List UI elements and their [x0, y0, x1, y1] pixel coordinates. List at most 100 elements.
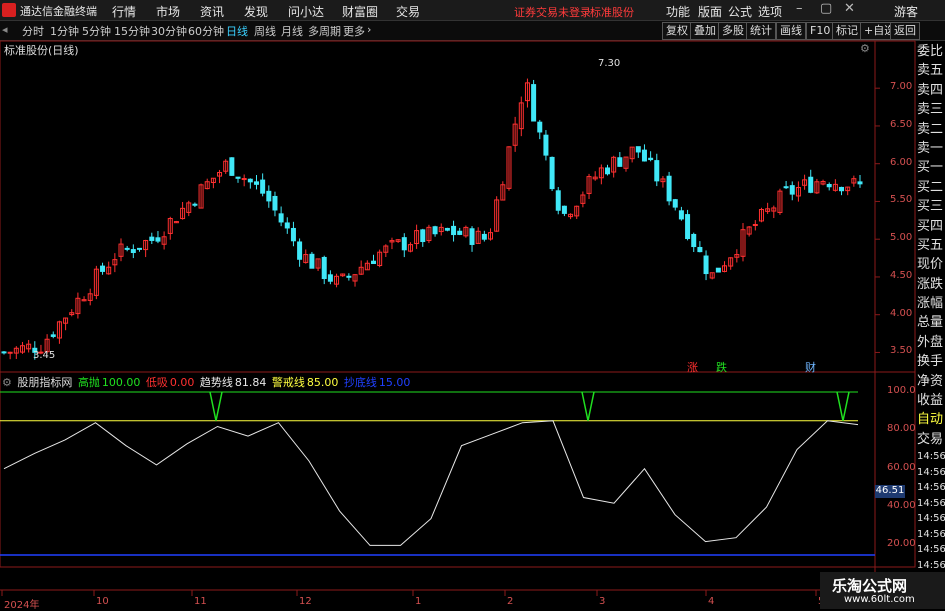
period-30min[interactable]: 30分钟: [151, 23, 187, 39]
candle-body: [217, 171, 223, 177]
candle-body: [648, 157, 654, 161]
candle-body: [297, 241, 303, 260]
side-panel-item[interactable]: 涨跌: [917, 275, 945, 294]
side-panel-item[interactable]: 委比: [917, 42, 945, 61]
side-panel-item[interactable]: 总量: [917, 313, 945, 332]
side-panel-item[interactable]: 14:56: [917, 527, 945, 543]
period-multi[interactable]: 多周期: [308, 23, 341, 39]
price-axis-label: 5.50: [890, 194, 913, 206]
btn-restore-rights[interactable]: 复权: [662, 22, 692, 40]
candle-body: [253, 181, 259, 185]
candle-body: [241, 178, 247, 181]
side-panel-item[interactable]: 卖四: [917, 81, 945, 100]
side-panel-item[interactable]: 买一: [917, 158, 945, 177]
menu-item-market[interactable]: 市场: [156, 3, 180, 20]
ind-line-trend-label: 趋势线: [199, 376, 233, 389]
period-more[interactable]: 更多: [343, 23, 365, 39]
btn-mark[interactable]: 标记: [832, 22, 862, 40]
side-panel-item[interactable]: 交易: [917, 430, 945, 449]
candlestick-chart[interactable]: [0, 0, 945, 609]
side-panel-item[interactable]: 14:56: [917, 558, 945, 574]
indicator-axis-label: 80.00: [887, 423, 916, 435]
ind-line-warn-value: 85.00: [306, 376, 339, 389]
candle-body: [407, 244, 413, 252]
candle-body: [167, 218, 173, 234]
candle-body: [414, 230, 420, 245]
period-monthly[interactable]: 月线: [281, 23, 303, 39]
signal-finance[interactable]: 财: [805, 359, 816, 375]
side-panel-item[interactable]: 涨幅: [917, 294, 945, 313]
menu-item-news[interactable]: 资讯: [200, 3, 224, 20]
period-60min[interactable]: 60分钟: [188, 23, 224, 39]
side-panel-item[interactable]: 换手: [917, 352, 945, 371]
period-weekly[interactable]: 周线: [254, 23, 276, 39]
btn-stats[interactable]: 统计: [746, 22, 776, 40]
side-panel-item[interactable]: 14:56: [917, 511, 945, 527]
login-warning[interactable]: 证券交易未登录: [514, 4, 591, 20]
side-panel-item[interactable]: 收益: [917, 391, 945, 410]
candle-body: [272, 195, 278, 211]
signal-down[interactable]: 跌: [716, 359, 727, 375]
side-panel-item[interactable]: 买三: [917, 197, 945, 216]
side-panel-item[interactable]: 14:56: [917, 496, 945, 512]
side-panel-item[interactable]: 买二: [917, 178, 945, 197]
menu-item-quotes[interactable]: 行情: [112, 3, 136, 20]
candle-body: [229, 157, 235, 176]
side-panel-item[interactable]: 外盘: [917, 333, 945, 352]
candle-body: [531, 84, 537, 122]
date-axis-label: 11: [194, 596, 207, 607]
side-panel-item[interactable]: 卖二: [917, 120, 945, 139]
indicator-settings-icon[interactable]: ⚙: [2, 376, 12, 389]
price-panel-frame: [0, 40, 916, 373]
period-15min[interactable]: 15分钟: [114, 23, 150, 39]
side-panel-item[interactable]: 净资: [917, 372, 945, 391]
side-panel-item[interactable]: 卖三: [917, 100, 945, 119]
candle-body: [106, 266, 112, 275]
side-panel-item[interactable]: 现价: [917, 255, 945, 274]
menu-function[interactable]: 功能: [666, 3, 690, 20]
close-icon[interactable]: ✕: [844, 1, 855, 16]
period-intraday[interactable]: 分时: [22, 23, 44, 39]
side-panel-item[interactable]: 买五: [917, 236, 945, 255]
candle-body: [444, 227, 450, 231]
side-panel-item[interactable]: 卖五: [917, 61, 945, 80]
indicator-panel-frame: [0, 371, 916, 568]
menu-item-discover[interactable]: 发现: [244, 3, 268, 20]
user-label[interactable]: 游客: [894, 3, 918, 20]
side-panel-item[interactable]: 买四: [917, 217, 945, 236]
candle-body: [118, 243, 124, 257]
minimize-icon[interactable]: –: [796, 1, 803, 16]
menu-formula[interactable]: 公式: [728, 3, 752, 20]
price-axis-label: 5.00: [890, 232, 913, 244]
candle-body: [463, 226, 469, 237]
side-panel-item[interactable]: 14:56: [917, 465, 945, 481]
menu-options[interactable]: 选项: [758, 3, 782, 20]
btn-f10[interactable]: F10: [806, 22, 835, 40]
side-panel-item[interactable]: 14:56: [917, 449, 945, 465]
side-panel-item[interactable]: 卖一: [917, 139, 945, 158]
date-axis-label: 12: [299, 596, 312, 607]
period-1min[interactable]: 1分钟: [50, 23, 79, 39]
btn-overlay[interactable]: 叠加: [690, 22, 720, 40]
btn-return[interactable]: 返回: [890, 22, 920, 40]
side-panel-item[interactable]: 自动: [917, 410, 945, 429]
side-panel-item[interactable]: 14:56: [917, 542, 945, 558]
menu-item-wealth[interactable]: 财富圈: [342, 3, 378, 20]
watermark-name: 乐淘公式网: [832, 577, 908, 595]
period-5min[interactable]: 5分钟: [82, 23, 111, 39]
candle-body: [795, 187, 801, 197]
chevron-right-icon[interactable]: ›: [367, 23, 371, 36]
btn-draw[interactable]: 画线: [776, 22, 806, 40]
nav-back-icon[interactable]: ◂: [2, 23, 8, 36]
side-panel-item[interactable]: 14:56: [917, 480, 945, 496]
menu-item-trade[interactable]: 交易: [396, 3, 420, 20]
period-daily[interactable]: 日线: [226, 23, 248, 39]
signal-up[interactable]: 涨: [687, 359, 698, 375]
menu-item-ask[interactable]: 问小达: [288, 3, 324, 20]
chart-settings-icon[interactable]: ⚙: [860, 42, 870, 55]
menu-layout[interactable]: 版面: [698, 3, 722, 20]
maximize-icon[interactable]: ▢: [820, 1, 832, 16]
candle-body: [537, 121, 543, 133]
candle-body: [19, 345, 25, 353]
btn-multi-stock[interactable]: 多股: [718, 22, 748, 40]
